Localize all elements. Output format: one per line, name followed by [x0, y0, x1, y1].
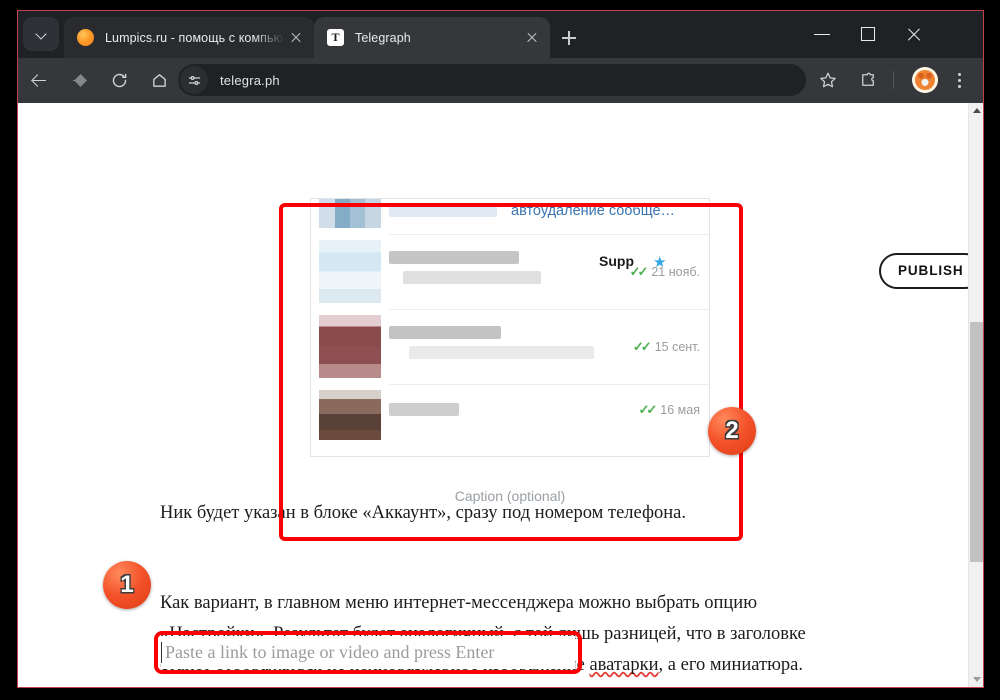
star-icon — [820, 72, 836, 88]
tab-strip: Lumpics.ru - помощь с компью T Telegraph — [18, 11, 983, 58]
reload-icon — [112, 73, 126, 87]
double-check-icon: ✓✓ — [632, 338, 652, 354]
link-input-placeholder: Paste a link to image or video and press… — [165, 642, 495, 662]
telegram-chat-list-image: автоудаление сообще… ✓✓ — [310, 198, 710, 457]
scroll-up-button[interactable] — [969, 103, 983, 118]
telegraph-favicon-icon: T — [327, 29, 344, 46]
annotation-badge-2: 2 — [708, 407, 756, 455]
chat-meta: ✓✓ 15 сент. — [633, 339, 700, 355]
chat-row: Supp ★ ✓✓ 21 нояб. — [311, 234, 709, 309]
blurred-preview — [389, 204, 497, 217]
chat-meta: ✓✓ 16 мая — [639, 402, 701, 418]
fox-avatar-icon — [915, 70, 935, 90]
blurred-preview — [409, 346, 594, 359]
scrollbar-thumb[interactable] — [970, 322, 983, 562]
paragraph-text-b: , а его миниатюра. — [658, 655, 803, 675]
browser-window: Lumpics.ru - помощь с компью T Telegraph — [17, 10, 984, 688]
chat-preview-text: автоудаление сообще… — [511, 203, 676, 219]
blurred-name — [389, 326, 501, 339]
tab-lumpics[interactable]: Lumpics.ru - помощь с компью — [64, 17, 314, 58]
window-minimize-button[interactable] — [799, 11, 845, 58]
browser-toolbar: telegra.ph — [18, 58, 983, 103]
avatar — [319, 315, 381, 378]
url-text: telegra.ph — [220, 72, 280, 88]
link-input-field[interactable]: Paste a link to image or video and press… — [161, 636, 575, 669]
chat-row-body: Supp ★ ✓✓ 21 нояб. — [389, 234, 709, 309]
annotation-badge-1: 1 — [103, 561, 151, 609]
image-embed-block[interactable]: автоудаление сообще… ✓✓ — [310, 198, 710, 504]
chat-row: ✓✓ 16 мая — [311, 384, 709, 446]
paragraph-intro: Ник будет указан в блоке «Аккаунт», сраз… — [160, 503, 686, 523]
tab-telegraph[interactable]: T Telegraph — [314, 17, 550, 58]
scroll-down-button[interactable] — [969, 672, 983, 687]
new-tab-button[interactable] — [556, 25, 582, 51]
chat-date: 21 нояб. — [651, 264, 700, 279]
close-icon[interactable] — [285, 27, 307, 49]
double-check-icon: ✓✓ — [638, 402, 658, 417]
avatar — [319, 199, 381, 228]
browser-menu-button[interactable] — [943, 64, 975, 96]
back-button[interactable] — [23, 64, 55, 96]
page-viewport: PUBLISH автоудаление сообще… Supp ★ ✓✓ 2… — [18, 103, 983, 687]
triangle-down-icon — [972, 677, 981, 682]
bookmark-button[interactable] — [812, 64, 844, 96]
double-check-icon: ✓✓ — [629, 263, 649, 279]
text-caret — [161, 642, 162, 663]
arrow-right-icon — [71, 72, 88, 89]
home-icon — [152, 73, 166, 87]
misspelled-word: аватарки — [589, 655, 659, 675]
profile-avatar[interactable] — [912, 67, 938, 93]
extensions-button[interactable] — [852, 64, 884, 96]
chat-row-body: автоудаление сообще… ✓✓ — [389, 199, 709, 234]
chat-row: ✓✓ 15 сент. — [311, 309, 709, 384]
vertical-scrollbar[interactable] — [968, 103, 983, 687]
lumpics-favicon-icon — [77, 29, 94, 46]
window-close-button[interactable] — [891, 11, 937, 58]
chat-date: 15 сент. — [654, 339, 700, 354]
chat-row-body: ✓✓ 15 сент. — [389, 309, 709, 384]
tab-title-lumpics: Lumpics.ru - помощь с компью — [105, 30, 284, 45]
chat-date: 16 мая — [660, 403, 700, 417]
address-bar[interactable]: telegra.ph — [178, 64, 806, 96]
reload-button[interactable] — [103, 64, 135, 96]
puzzle-icon — [862, 72, 874, 86]
tab-title-telegraph: Telegraph — [355, 30, 411, 45]
site-settings-icon[interactable] — [180, 66, 208, 94]
avatar — [319, 240, 381, 303]
triangle-up-icon — [972, 108, 981, 113]
chat-row-body: ✓✓ 16 мая — [389, 384, 709, 446]
blurred-name — [389, 403, 459, 416]
window-maximize-button[interactable] — [845, 11, 891, 58]
toolbar-divider — [893, 71, 894, 89]
arrow-left-icon — [31, 72, 48, 89]
blurred-preview — [403, 271, 541, 284]
chat-row: автоудаление сообще… ✓✓ — [311, 199, 709, 234]
close-icon[interactable] — [521, 27, 543, 49]
home-button[interactable] — [143, 64, 175, 96]
avatar — [319, 390, 381, 440]
tab-search-button[interactable] — [23, 17, 59, 51]
screenshot-root: Lumpics.ru - помощь с компью T Telegraph — [0, 0, 1000, 700]
chevron-down-icon — [36, 29, 47, 40]
forward-button[interactable] — [63, 64, 95, 96]
chat-meta: ✓✓ 21 нояб. — [630, 264, 700, 280]
blurred-name — [389, 251, 519, 264]
